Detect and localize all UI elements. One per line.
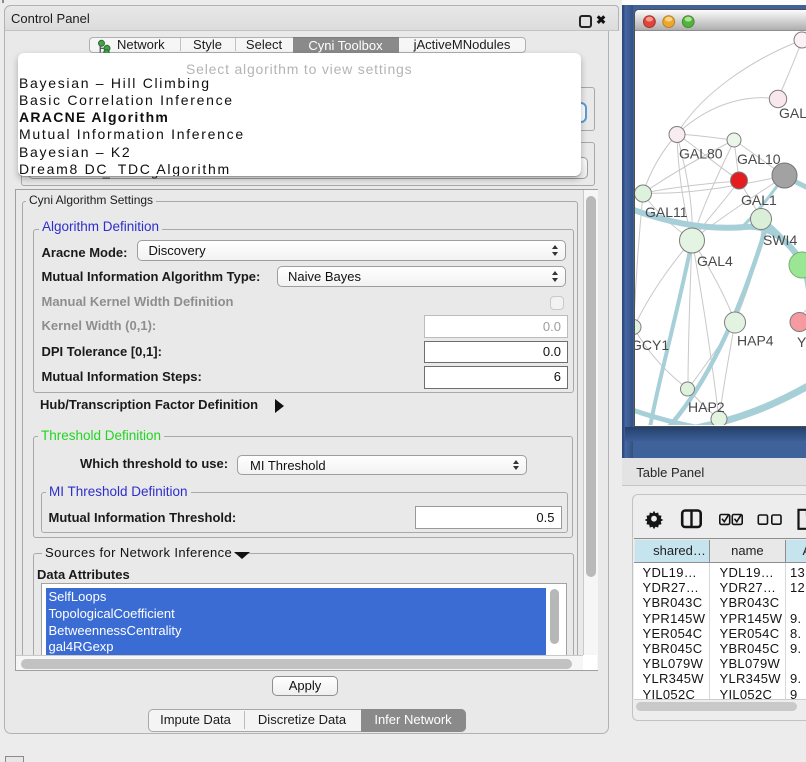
- svg-text:GAL1: GAL1: [741, 192, 777, 208]
- svg-text:SWI4: SWI4: [763, 232, 797, 248]
- svg-text:HAP2: HAP2: [688, 399, 725, 415]
- svg-text:GAL11: GAL11: [645, 204, 688, 220]
- svg-text:GAL7: GAL7: [779, 105, 806, 121]
- svg-text:GAL80: GAL80: [679, 146, 723, 162]
- svg-text:GAL10: GAL10: [737, 151, 781, 167]
- svg-text:GAL4: GAL4: [697, 253, 733, 269]
- svg-text:GCY1: GCY1: [635, 337, 669, 353]
- svg-text:YE: YE: [797, 334, 806, 350]
- svg-text:HAP4: HAP4: [737, 333, 774, 349]
